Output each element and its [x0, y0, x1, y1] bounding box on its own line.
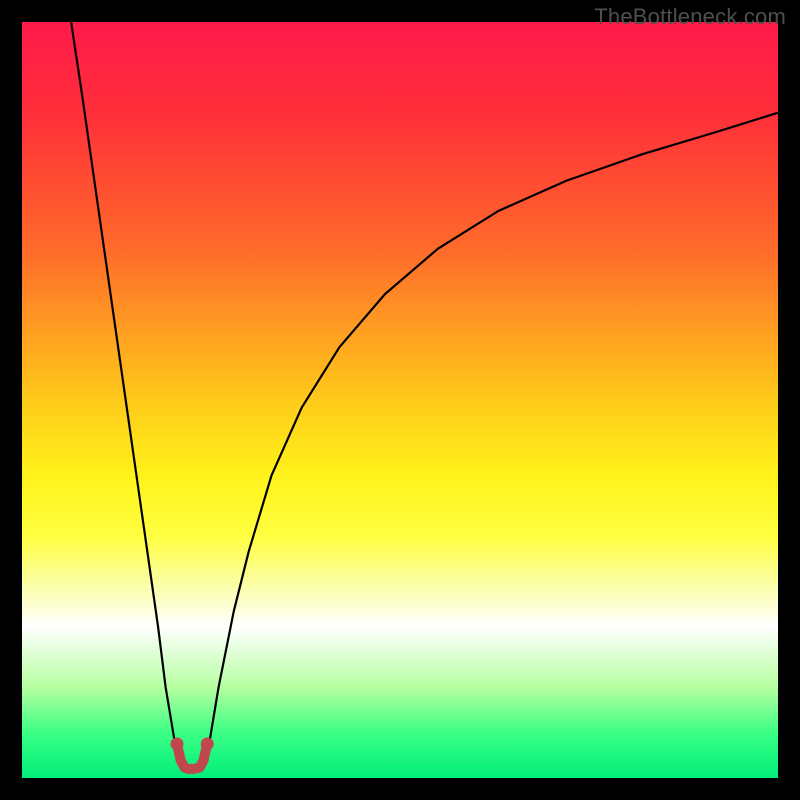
gradient-background	[22, 22, 778, 778]
watermark-text: TheBottleneck.com	[594, 4, 786, 30]
valley-endpoint-1	[201, 737, 214, 750]
plot-area	[22, 22, 778, 778]
chart-frame: TheBottleneck.com	[0, 0, 800, 800]
chart-svg	[22, 22, 778, 778]
valley-endpoint-0	[170, 737, 183, 750]
